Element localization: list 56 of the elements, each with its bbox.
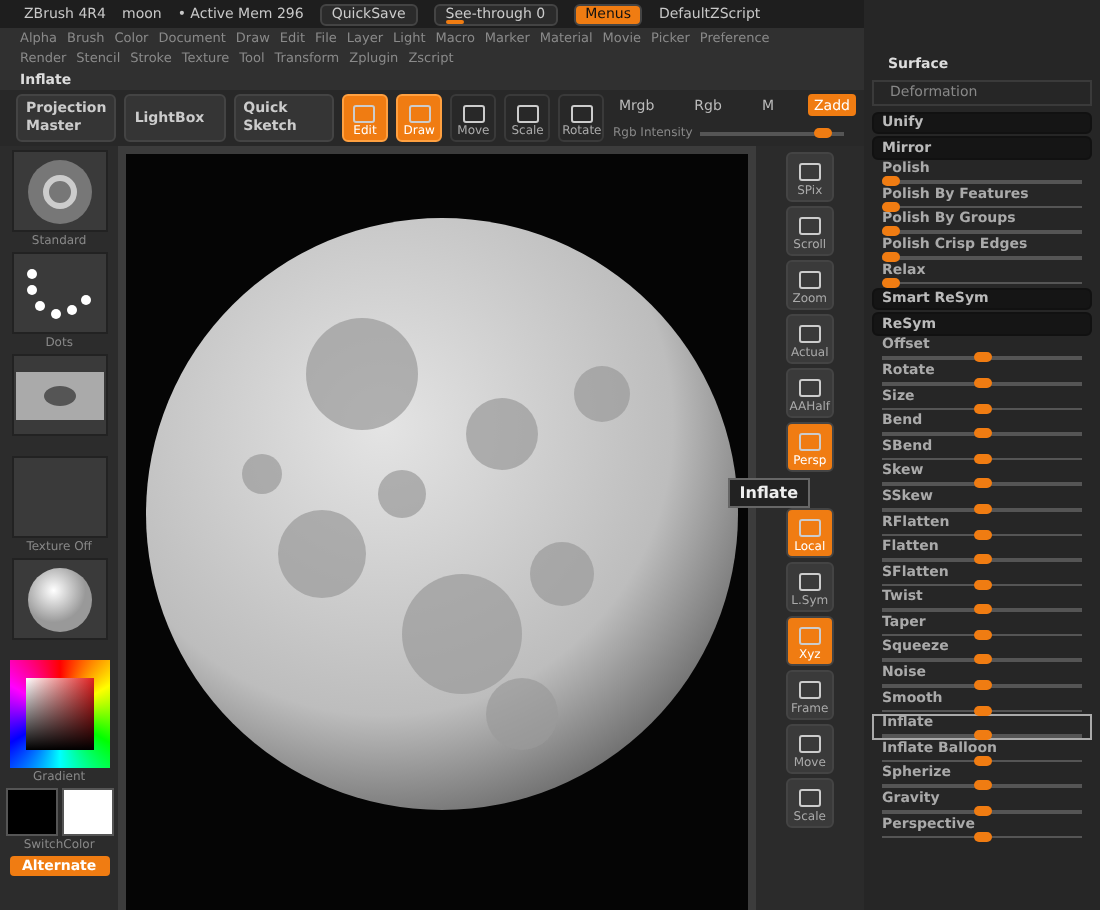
brush-thumbnail-icon [23,155,96,227]
shelf-icon [797,734,822,754]
slider-thumb[interactable] [974,453,992,464]
alpha-texture-icon [15,371,104,419]
slider-thumb[interactable] [974,428,992,439]
slider-thumb[interactable] [974,806,992,817]
mode-icon [352,104,377,124]
sphere-material-icon [25,565,94,633]
slider-thumb[interactable] [882,226,900,237]
slider-thumb[interactable] [974,503,992,514]
shelf-icon [797,680,822,700]
palette-thumbnail[interactable] [11,150,108,232]
mode-icon [407,104,432,124]
slider-thumb[interactable] [974,780,992,791]
color-picker[interactable] [9,660,110,768]
palette-thumbnail[interactable] [11,456,108,538]
slider-thumb[interactable] [974,680,992,691]
shelf-icon [797,788,822,808]
shelf-icon [797,518,822,538]
slider-thumb[interactable] [974,352,992,363]
slider-thumb[interactable] [814,128,833,138]
shelf-icon [797,162,822,182]
slider-thumb[interactable] [974,705,992,716]
shelf-icon [797,626,822,646]
palette-thumbnail[interactable] [11,354,108,436]
palette-thumbnail[interactable] [11,558,108,640]
shelf-icon [797,378,822,398]
slider-thumb[interactable] [974,529,992,539]
mode-icon [515,104,540,124]
slider-thumb[interactable] [974,755,992,766]
slider-thumb[interactable] [974,554,992,565]
dots-stroke-icon [23,267,96,319]
slider-thumb[interactable] [882,176,900,187]
slider-thumb[interactable] [882,277,900,288]
slider-thumb[interactable] [974,730,992,741]
slider-thumb[interactable] [974,377,992,388]
tooltip: Inflate [727,478,811,508]
shelf-icon [797,432,822,452]
shelf-icon [797,270,822,290]
slider-thumb[interactable] [974,831,992,842]
shelf-icon [797,324,822,344]
color-swatch[interactable] [61,788,114,836]
slider-thumb[interactable] [882,251,900,262]
mode-icon [461,104,486,124]
color-swatch[interactable] [5,788,58,836]
palette-thumbnail[interactable] [11,252,108,334]
shelf-icon [797,572,822,592]
mode-icon [569,104,594,124]
slider-thumb[interactable] [974,579,992,590]
slider-thumb[interactable] [974,604,992,615]
shelf-icon [797,216,822,236]
slider-thumb[interactable] [882,201,900,212]
slider-thumb[interactable] [974,654,992,665]
slider-thumb[interactable] [974,478,992,489]
slider-thumb[interactable] [974,403,992,414]
slider-thumb[interactable] [974,629,992,640]
